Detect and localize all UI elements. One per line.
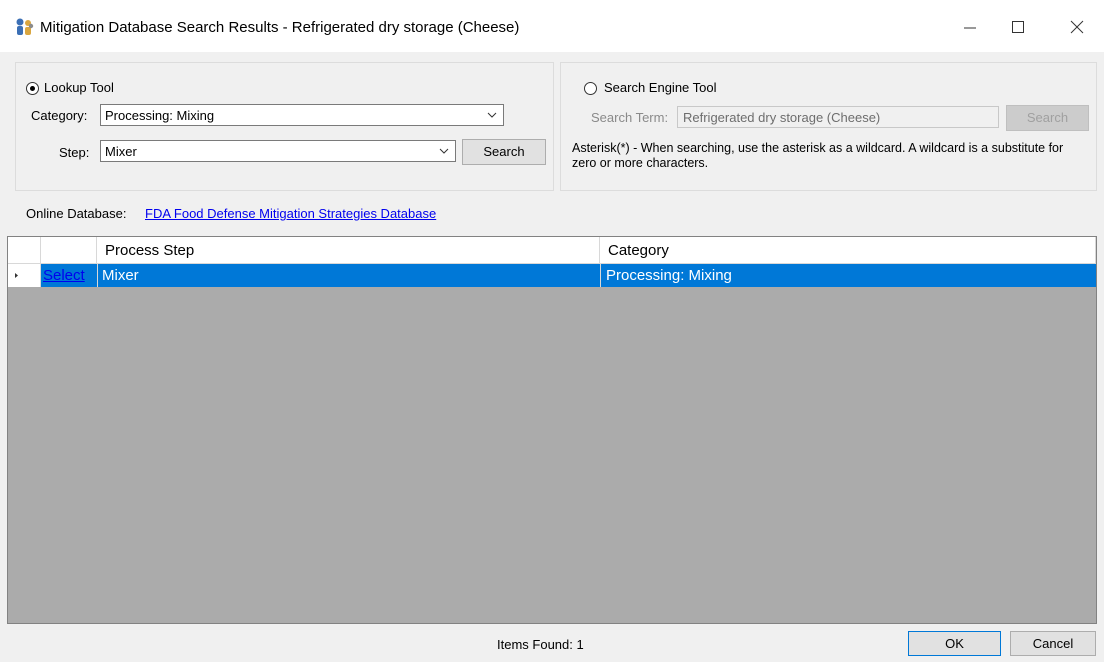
search-engine-tool-label: Search Engine Tool bbox=[604, 80, 717, 95]
grid-header-corner bbox=[8, 237, 41, 264]
search-term-input[interactable]: Refrigerated dry storage (Cheese) bbox=[677, 106, 999, 128]
ok-button[interactable]: OK bbox=[908, 631, 1001, 656]
minimize-icon bbox=[964, 27, 976, 29]
results-grid bbox=[7, 236, 1097, 624]
close-icon bbox=[1070, 20, 1084, 34]
search-term-label: Search Term: bbox=[591, 110, 669, 125]
wildcard-hint: Asterisk(*) - When searching, use the as… bbox=[572, 141, 1064, 170]
lookup-tool-label: Lookup Tool bbox=[44, 80, 114, 95]
step-select[interactable]: Mixer bbox=[100, 140, 456, 162]
fda-database-link[interactable]: FDA Food Defense Mitigation Strategies D… bbox=[145, 206, 436, 221]
lookup-search-button[interactable]: Search bbox=[462, 139, 546, 165]
process-step-value: Mixer bbox=[102, 267, 139, 284]
minimize-button[interactable] bbox=[957, 14, 983, 40]
table-row-category-cell[interactable]: Processing: Mixing bbox=[600, 264, 1096, 287]
online-database-label: Online Database: bbox=[26, 206, 127, 221]
table-row-select-cell[interactable]: Select bbox=[41, 264, 97, 287]
category-cell-value: Processing: Mixing bbox=[606, 267, 732, 284]
row-header[interactable] bbox=[8, 264, 41, 287]
chevron-down-icon bbox=[487, 107, 497, 126]
column-label: Category bbox=[608, 242, 669, 259]
grid-header-process-step[interactable]: Process Step bbox=[97, 237, 600, 264]
app-icon bbox=[15, 17, 35, 37]
step-value: Mixer bbox=[105, 144, 137, 159]
column-label: Process Step bbox=[105, 242, 195, 259]
lookup-tool-radio[interactable] bbox=[26, 82, 39, 95]
maximize-icon bbox=[1012, 21, 1024, 33]
cancel-button[interactable]: Cancel bbox=[1010, 631, 1096, 656]
category-value: Processing: Mixing bbox=[105, 108, 215, 123]
search-engine-search-button[interactable]: Search bbox=[1006, 105, 1089, 131]
items-found-status: Items Found: 1 bbox=[497, 637, 584, 652]
maximize-button[interactable] bbox=[1005, 14, 1031, 40]
window-title: Mitigation Database Search Results - Ref… bbox=[40, 19, 520, 36]
close-button[interactable] bbox=[1064, 14, 1090, 40]
table-row-process-step-cell[interactable]: Mixer bbox=[97, 264, 600, 287]
category-select[interactable]: Processing: Mixing bbox=[100, 104, 504, 126]
chevron-down-icon bbox=[439, 143, 449, 162]
search-engine-tool-radio[interactable] bbox=[584, 82, 597, 95]
current-row-arrow-icon bbox=[15, 273, 18, 278]
select-link[interactable]: Select bbox=[43, 267, 85, 284]
search-term-value: Refrigerated dry storage (Cheese) bbox=[683, 110, 881, 125]
grid-header-action bbox=[41, 237, 97, 264]
grid-header-category[interactable]: Category bbox=[600, 237, 1096, 264]
category-label: Category: bbox=[31, 108, 88, 123]
step-label: Step: bbox=[59, 145, 90, 160]
